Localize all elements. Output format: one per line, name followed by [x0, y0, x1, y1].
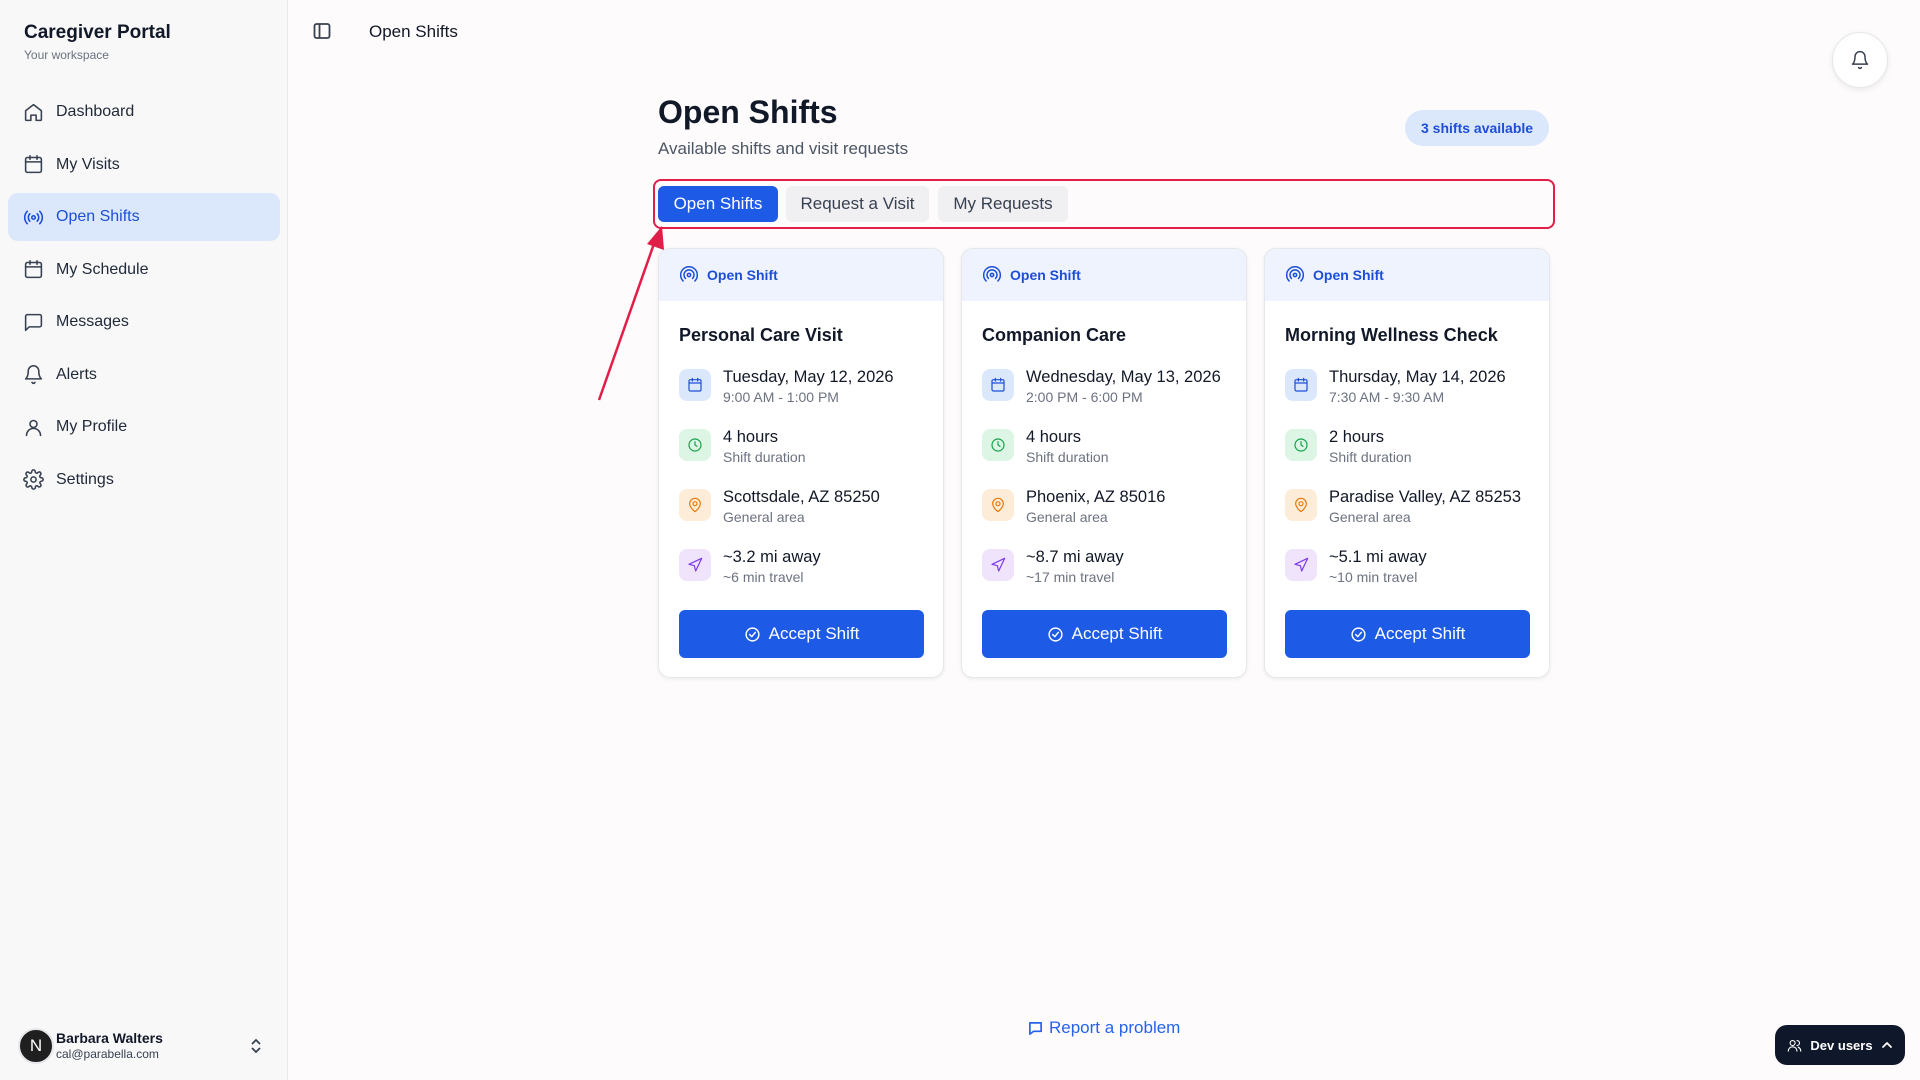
chevrons-up-down-icon — [248, 1036, 264, 1056]
radio-icon — [22, 206, 44, 228]
calendar-icon — [1285, 369, 1317, 401]
gear-icon — [22, 469, 44, 491]
sidebar-toggle-button[interactable] — [313, 22, 331, 40]
accept-shift-button[interactable]: Accept Shift — [982, 610, 1227, 658]
message-icon — [22, 311, 44, 333]
date-row: Thursday, May 14, 2026 7:30 AM - 9:30 AM — [1285, 367, 1506, 407]
navigation-icon — [982, 549, 1014, 581]
home-icon — [22, 101, 44, 123]
card-tag: Open Shift — [962, 249, 1246, 301]
user-icon — [22, 416, 44, 438]
sidebar: Caregiver Portal Your workspace Dashboar… — [0, 0, 288, 1080]
date-row: Tuesday, May 12, 2026 9:00 AM - 1:00 PM — [679, 367, 894, 407]
signal-icon — [1285, 266, 1305, 282]
map-pin-icon — [1285, 489, 1317, 521]
accept-shift-button[interactable]: Accept Shift — [1285, 610, 1530, 658]
sidebar-nav: Dashboard My Visits Open Shifts My Sched… — [8, 88, 280, 508]
card-title: Morning Wellness Check — [1285, 325, 1498, 345]
sidebar-item-alerts[interactable]: Alerts — [8, 351, 280, 399]
calendar-icon — [22, 154, 44, 176]
page-subtitle: Available shifts and visit requests — [658, 139, 909, 158]
sidebar-item-label: My Schedule — [56, 260, 149, 278]
panel-left-icon — [313, 23, 331, 39]
duration-row: 2 hours Shift duration — [1285, 427, 1412, 467]
notifications-button[interactable] — [1832, 32, 1888, 88]
clock-icon — [1285, 429, 1317, 461]
sidebar-item-messages[interactable]: Messages — [8, 298, 280, 346]
sidebar-item-my-visits[interactable]: My Visits — [8, 141, 280, 189]
shift-card: Open Shift Companion Care Wednesday, May… — [961, 248, 1247, 678]
location-row: Paradise Valley, AZ 85253 General area — [1285, 487, 1521, 527]
calendar-icon — [679, 369, 711, 401]
location-row: Scottsdale, AZ 85250 General area — [679, 487, 880, 527]
flag-message-icon — [1029, 1021, 1042, 1035]
card-title: Companion Care — [982, 325, 1127, 345]
signal-icon — [982, 266, 1002, 282]
sidebar-item-label: My Profile — [56, 418, 128, 435]
signal-icon — [679, 266, 699, 282]
card-tag: Open Shift — [1265, 249, 1549, 301]
clock-icon — [679, 429, 711, 461]
sidebar-item-label: Settings — [56, 470, 114, 488]
navigation-icon — [1285, 549, 1317, 581]
date-row: Wednesday, May 13, 2026 2:00 PM - 6:00 PM — [982, 367, 1221, 407]
card-tag: Open Shift — [659, 249, 943, 301]
breadcrumb: Open Shifts — [369, 22, 458, 41]
duration-row: 4 hours Shift duration — [679, 427, 806, 467]
navigation-icon — [679, 549, 711, 581]
app-title: Caregiver Portal — [24, 22, 171, 43]
page-title: Open Shifts — [658, 94, 838, 130]
bell-icon — [22, 364, 44, 386]
sidebar-item-my-schedule[interactable]: My Schedule — [8, 246, 280, 294]
clock-icon — [982, 429, 1014, 461]
chevron-up-icon — [1881, 1042, 1892, 1048]
sidebar-item-label: Messages — [56, 313, 129, 330]
check-circle-icon — [1048, 626, 1063, 642]
check-circle-icon — [1351, 626, 1366, 642]
distance-row: ~3.2 mi away ~6 min travel — [679, 547, 821, 587]
sidebar-item-open-shifts[interactable]: Open Shifts — [8, 193, 280, 241]
calendar-icon — [982, 369, 1014, 401]
check-circle-icon — [745, 626, 760, 642]
status-badge: 3 shifts available — [1405, 110, 1550, 146]
distance-row: ~8.7 mi away ~17 min travel — [982, 547, 1124, 587]
report-problem-link[interactable]: Report a problem — [1028, 1018, 1180, 1038]
accept-shift-button[interactable]: Accept Shift — [679, 610, 924, 658]
avatar: N — [18, 1028, 54, 1064]
tab-request-a-visit[interactable]: Request a Visit — [786, 186, 929, 222]
user-name: Barbara Walters — [56, 1030, 163, 1046]
user-menu[interactable]: N Barbara Walters cal@parabella.com — [18, 1024, 274, 1068]
map-pin-icon — [982, 489, 1014, 521]
brand: Caregiver Portal Your workspace — [24, 22, 171, 62]
sidebar-item-dashboard[interactable]: Dashboard — [8, 88, 280, 136]
sidebar-item-my-profile[interactable]: My Profile — [8, 403, 280, 451]
user-email: cal@parabella.com — [56, 1047, 159, 1061]
location-row: Phoenix, AZ 85016 General area — [982, 487, 1165, 527]
shift-card: Open Shift Morning Wellness Check Thursd… — [1264, 248, 1550, 678]
dev-users-button[interactable]: Dev users — [1775, 1025, 1905, 1065]
tab-open-shifts[interactable]: Open Shifts — [658, 186, 778, 222]
sidebar-item-label: My Visits — [56, 155, 120, 173]
sidebar-item-label: Alerts — [56, 365, 97, 383]
card-title: Personal Care Visit — [679, 325, 843, 345]
map-pin-icon — [679, 489, 711, 521]
bell-icon — [1851, 50, 1869, 70]
calendar-icon — [22, 259, 44, 281]
sidebar-item-label: Open Shifts — [56, 208, 140, 225]
app-subtitle: Your workspace — [24, 48, 109, 62]
shift-card: Open Shift Personal Care Visit Tuesday, … — [658, 248, 944, 678]
distance-row: ~5.1 mi away ~10 min travel — [1285, 547, 1427, 587]
sidebar-item-label: Dashboard — [56, 103, 135, 120]
sidebar-item-settings[interactable]: Settings — [8, 456, 280, 504]
tab-my-requests[interactable]: My Requests — [938, 186, 1068, 222]
users-icon — [1788, 1039, 1802, 1052]
duration-row: 4 hours Shift duration — [982, 427, 1109, 467]
